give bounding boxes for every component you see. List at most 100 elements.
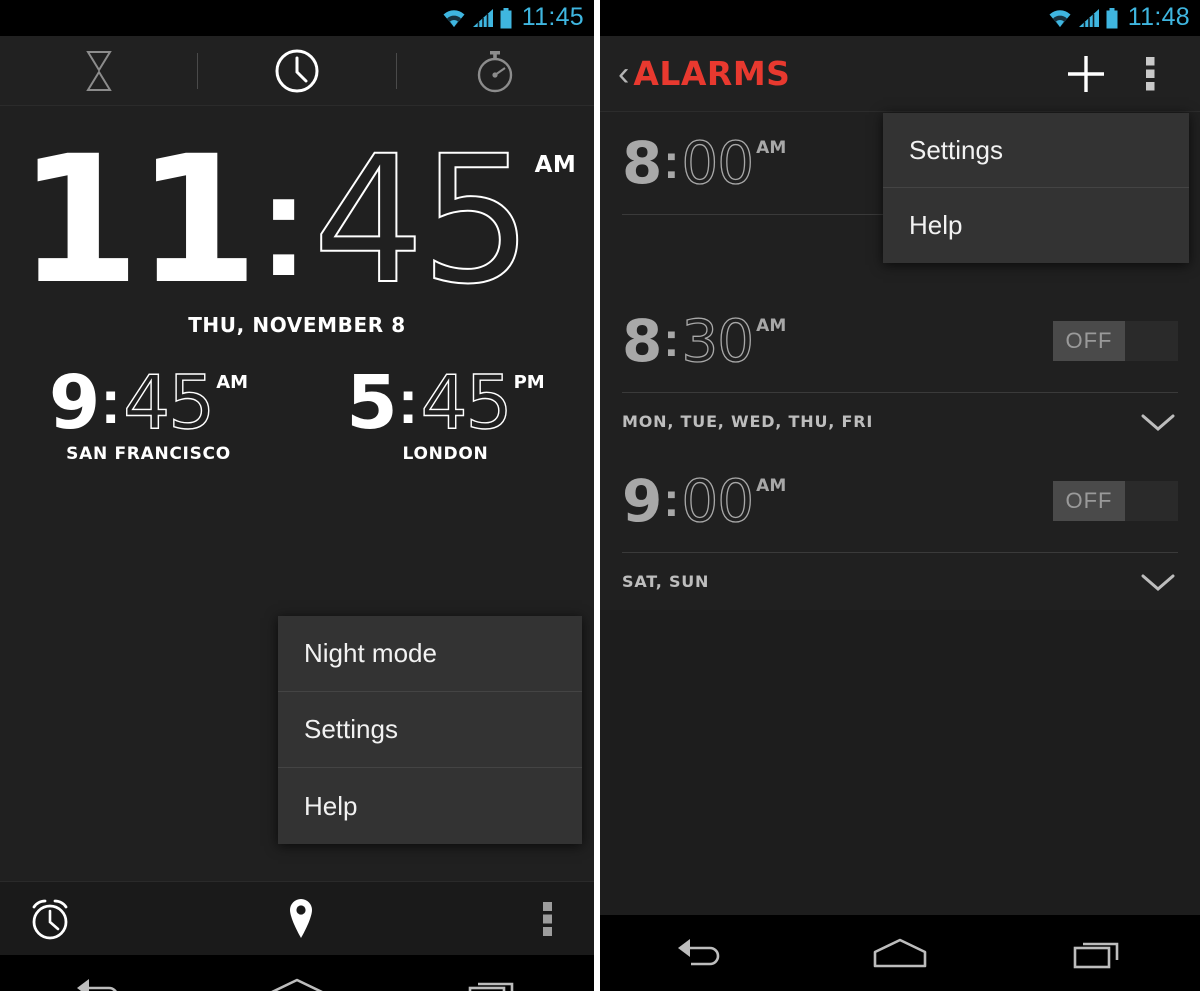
chevron-down-icon[interactable] bbox=[1138, 570, 1178, 594]
battery-icon bbox=[500, 7, 512, 28]
world-clock-minutes: 45 bbox=[122, 360, 216, 446]
wifi-icon bbox=[1049, 10, 1071, 27]
overflow-icon bbox=[543, 901, 552, 936]
left-status-bar: 11:45 bbox=[0, 0, 594, 36]
alarm-hours: 8 bbox=[622, 307, 662, 375]
clock-action-bar bbox=[0, 881, 594, 955]
left-system-nav-bar bbox=[0, 955, 594, 991]
clock-icon bbox=[275, 49, 319, 92]
alarm-minutes: 00 bbox=[681, 129, 755, 197]
main-clock-display[interactable]: 11 : 45 AM bbox=[0, 118, 594, 323]
back-chevron-icon[interactable]: ‹ bbox=[618, 57, 629, 91]
alarm-hours: 8 bbox=[622, 129, 662, 197]
alarm-time: 8 : 30 AM bbox=[622, 307, 787, 375]
alarm-toggle-label: OFF bbox=[1053, 481, 1125, 521]
nav-home-button[interactable] bbox=[198, 976, 396, 991]
tab-timer[interactable] bbox=[0, 36, 197, 105]
menu-item-night-mode[interactable]: Night mode bbox=[278, 616, 582, 692]
menu-item-settings[interactable]: Settings bbox=[278, 692, 582, 768]
alarm-row[interactable]: 9 : 00 AM OFF SAT, SUN bbox=[600, 450, 1200, 610]
menu-item-help[interactable]: Help bbox=[278, 768, 582, 844]
alarm-toggle[interactable]: OFF bbox=[1053, 321, 1178, 361]
right-phone-screen: 11:48 ‹ ALARMS 8: 00 AM 8: 30 AM OFF M… bbox=[600, 0, 1200, 991]
chevron-down-icon[interactable] bbox=[1138, 410, 1178, 434]
nav-recents-button[interactable] bbox=[1000, 935, 1200, 971]
alarm-colon: : bbox=[663, 474, 680, 527]
menu-item-settings[interactable]: Settings bbox=[883, 113, 1189, 188]
recents-icon bbox=[1073, 942, 1119, 969]
tab-clock[interactable] bbox=[198, 36, 395, 105]
world-clock-time: 9 : 45 AM bbox=[0, 360, 297, 446]
world-clock-hours: 9 bbox=[48, 360, 100, 446]
nav-back-button[interactable] bbox=[600, 935, 800, 971]
alarm-minutes: 00 bbox=[681, 467, 755, 535]
alarm-icon bbox=[32, 899, 68, 939]
action-overflow-button[interactable] bbox=[502, 899, 594, 939]
alarm-time: 8 : 00 AM bbox=[622, 129, 787, 197]
left-phone-screen: 11:45 11: 45 AM THU, NOVEMBER 8 9: 45 … bbox=[0, 0, 594, 991]
alarm-row-detail[interactable]: SAT, SUN bbox=[622, 552, 1178, 610]
stopwatch-icon bbox=[478, 50, 513, 92]
dual-screenshot: 11:45 11: 45 AM THU, NOVEMBER 8 9: 45 … bbox=[0, 0, 1200, 991]
alarm-toggle-label: OFF bbox=[1053, 321, 1125, 361]
back-icon bbox=[77, 979, 117, 991]
add-alarm-button[interactable] bbox=[1054, 36, 1118, 111]
signal-icon bbox=[1078, 9, 1099, 27]
main-clock-ampm: AM bbox=[534, 152, 577, 178]
nav-home-button[interactable] bbox=[800, 936, 1000, 970]
alarms-overflow-button[interactable] bbox=[1118, 36, 1182, 111]
world-clock-san-francisco[interactable]: 9 : 45 AM SAN FRANCISCO bbox=[0, 360, 297, 464]
back-icon bbox=[678, 939, 720, 966]
world-clock-city: SAN FRANCISCO bbox=[66, 444, 231, 464]
world-clock-colon: : bbox=[100, 368, 122, 437]
plus-icon bbox=[1068, 55, 1104, 92]
menu-item-help[interactable]: Help bbox=[883, 188, 1189, 263]
home-icon bbox=[271, 978, 323, 991]
alarm-row-main[interactable]: 8 : 30 AM OFF bbox=[622, 290, 1178, 392]
alarm-colon: : bbox=[663, 314, 680, 367]
alarm-minutes: 30 bbox=[681, 307, 755, 375]
alarm-ampm: AM bbox=[756, 316, 787, 336]
signal-icon bbox=[472, 9, 493, 27]
right-status-bar: 11:48 bbox=[600, 0, 1200, 36]
world-clock-time: 5 : 45 PM bbox=[297, 360, 594, 446]
alarm-row-detail[interactable]: MON, TUE, WED, THU, FRI bbox=[622, 392, 1178, 450]
wifi-icon bbox=[443, 10, 465, 27]
tab-stopwatch[interactable] bbox=[397, 36, 594, 105]
right-system-nav-bar bbox=[600, 915, 1200, 991]
alarm-repeat-days: MON, TUE, WED, THU, FRI bbox=[622, 412, 874, 431]
left-overflow-menu: Night mode Settings Help bbox=[278, 616, 582, 844]
page-title[interactable]: ALARMS bbox=[633, 54, 790, 93]
status-clock: 11:48 bbox=[1127, 2, 1190, 31]
main-clock-hours: 11 bbox=[17, 118, 259, 323]
main-clock-colon: : bbox=[258, 139, 309, 307]
world-clock-minutes: 45 bbox=[420, 360, 514, 446]
alarm-hours: 9 bbox=[622, 467, 662, 535]
nav-back-button[interactable] bbox=[0, 975, 198, 991]
battery-icon bbox=[1106, 7, 1118, 28]
alarm-colon: : bbox=[663, 136, 680, 189]
status-clock: 11:45 bbox=[521, 2, 584, 31]
alarm-toggle[interactable]: OFF bbox=[1053, 481, 1178, 521]
alarm-row[interactable]: 8 : 30 AM OFF MON, TUE, WED, THU, FRI bbox=[600, 290, 1200, 450]
overflow-icon bbox=[1145, 56, 1154, 90]
nav-recents-button[interactable] bbox=[396, 975, 594, 991]
recents-icon bbox=[468, 982, 514, 991]
main-clock-minutes: 45 bbox=[312, 118, 534, 323]
action-alarm-button[interactable] bbox=[0, 894, 100, 944]
world-clock-row: 9 : 45 AM SAN FRANCISCO 5 : 45 PM LONDON bbox=[0, 360, 594, 464]
location-pin-icon bbox=[290, 898, 312, 938]
action-cities-button[interactable] bbox=[100, 896, 502, 942]
alarm-row-main[interactable]: 9 : 00 AM OFF bbox=[622, 450, 1178, 552]
world-clock-london[interactable]: 5 : 45 PM LONDON bbox=[297, 360, 594, 464]
alarm-ampm: AM bbox=[756, 476, 787, 496]
alarm-time: 9 : 00 AM bbox=[622, 467, 787, 535]
alarm-ampm: AM bbox=[756, 138, 787, 158]
world-clock-ampm: PM bbox=[513, 372, 545, 393]
alarms-app-bar: ‹ ALARMS bbox=[600, 36, 1200, 112]
world-clock-colon: : bbox=[397, 368, 419, 437]
world-clock-city: LONDON bbox=[402, 444, 489, 464]
home-icon bbox=[873, 938, 927, 968]
hourglass-icon bbox=[85, 50, 112, 91]
right-overflow-menu: Settings Help bbox=[883, 113, 1189, 263]
